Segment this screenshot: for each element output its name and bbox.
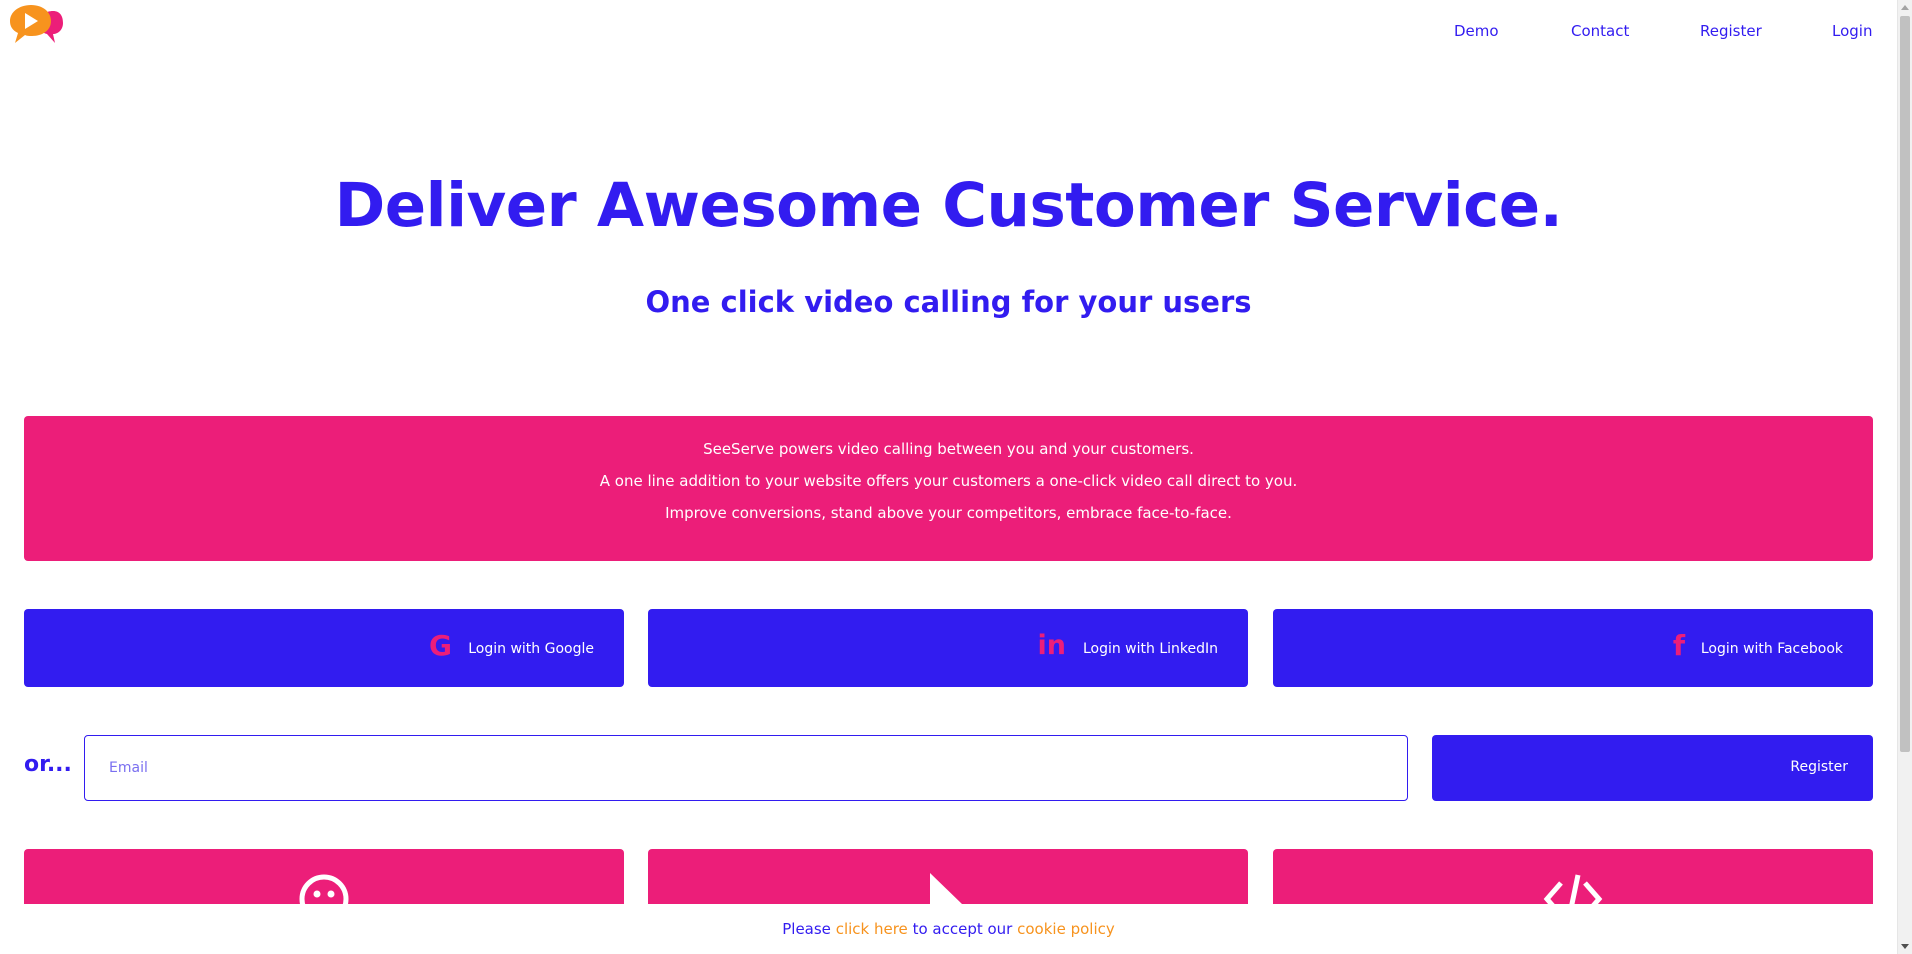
register-button-label: Register [1790, 759, 1848, 775]
facebook-icon: f [1672, 629, 1685, 662]
info-line: A one line addition to your website offe… [599, 472, 1298, 490]
login-google-button[interactable]: G Login with Google [24, 609, 624, 687]
hero-title: Deliver Awesome Customer Service. [334, 170, 1563, 241]
cookie-middle: to accept our [912, 920, 1013, 938]
info-band: SeeServe powers video calling between yo… [24, 416, 1873, 561]
google-icon: G [429, 629, 452, 662]
login-linkedin-button[interactable]: in Login with LinkedIn [648, 609, 1248, 687]
linkedin-icon: in [1037, 630, 1066, 661]
scroll-up-arrow-icon[interactable] [1901, 5, 1909, 10]
vertical-scrollbar[interactable] [1897, 0, 1912, 954]
or-label: or... [24, 752, 72, 777]
cookie-policy-link[interactable]: cookie policy [1017, 920, 1115, 938]
info-line: Improve conversions, stand above your co… [665, 504, 1232, 522]
nav-contact-link[interactable]: Contact [1571, 22, 1629, 40]
cookie-message: Please click here to accept our cookie p… [0, 920, 1897, 938]
nav-demo-link[interactable]: Demo [1454, 22, 1499, 40]
scrollbar-thumb[interactable] [1900, 16, 1910, 752]
scroll-down-arrow-icon[interactable] [1901, 944, 1909, 949]
hero-subtitle: One click video calling for your users [645, 285, 1252, 319]
info-line: SeeServe powers video calling between yo… [703, 440, 1194, 458]
login-linkedin-label: Login with LinkedIn [1082, 641, 1218, 657]
cookie-prefix: Please [782, 920, 831, 938]
login-google-label: Login with Google [468, 641, 594, 657]
top-nav: Demo Contact Register Login [0, 22, 1897, 46]
register-button[interactable]: Register [1432, 735, 1873, 801]
cookie-accept-link[interactable]: click here [836, 920, 908, 938]
nav-login-link[interactable]: Login [1832, 22, 1872, 40]
page: Demo Contact Register Login Deliver Awes… [0, 0, 1897, 954]
cookie-banner: Please click here to accept our cookie p… [0, 904, 1897, 954]
login-facebook-label: Login with Facebook [1700, 641, 1843, 657]
email-field[interactable] [84, 735, 1408, 801]
nav-register-link[interactable]: Register [1700, 22, 1762, 40]
login-facebook-button[interactable]: f Login with Facebook [1273, 609, 1873, 687]
